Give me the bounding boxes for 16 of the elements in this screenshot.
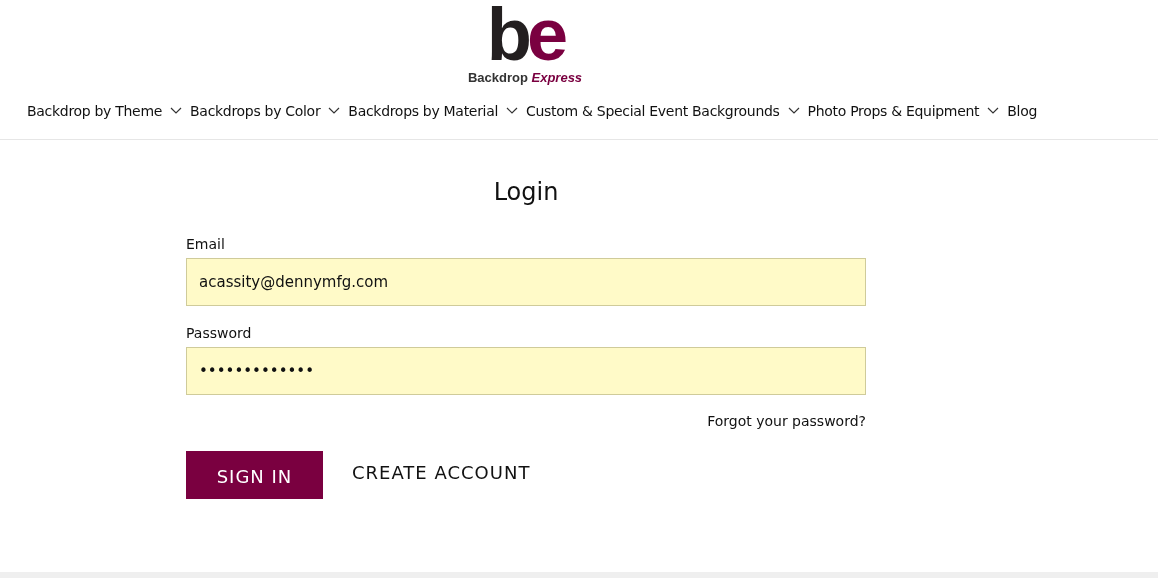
field-label: Email (186, 236, 226, 252)
input-field[interactable]: ••••••••••••• (186, 347, 866, 395)
nav-menu-item[interactable]: Backdrops by Color (190, 103, 341, 119)
create-account-link[interactable]: CREATE ACCOUNT (352, 461, 531, 483)
sign-in-button[interactable]: SIGN IN (186, 451, 323, 499)
nav-menu-item[interactable]: Backdrops by Material (348, 103, 519, 119)
nav-menu-item[interactable]: Custom & Special Event Backgrounds (526, 103, 800, 119)
nav-menu-item[interactable]: Backdrop by Theme (27, 103, 183, 119)
field-label: Password (186, 325, 253, 341)
logo-mark[interactable]: be (486, 0, 564, 71)
nav-menu-item[interactable]: Photo Props & Equipment (807, 103, 1000, 119)
forgot-password-link[interactable]: Forgot your password? (707, 413, 866, 429)
logo-wordmark[interactable]: Backdrop Express (467, 70, 583, 86)
input-field[interactable]: acassity@dennymfg.com (186, 258, 866, 306)
page-title: Login (492, 178, 560, 206)
nav-menu-item[interactable]: Blog (1007, 103, 1038, 119)
